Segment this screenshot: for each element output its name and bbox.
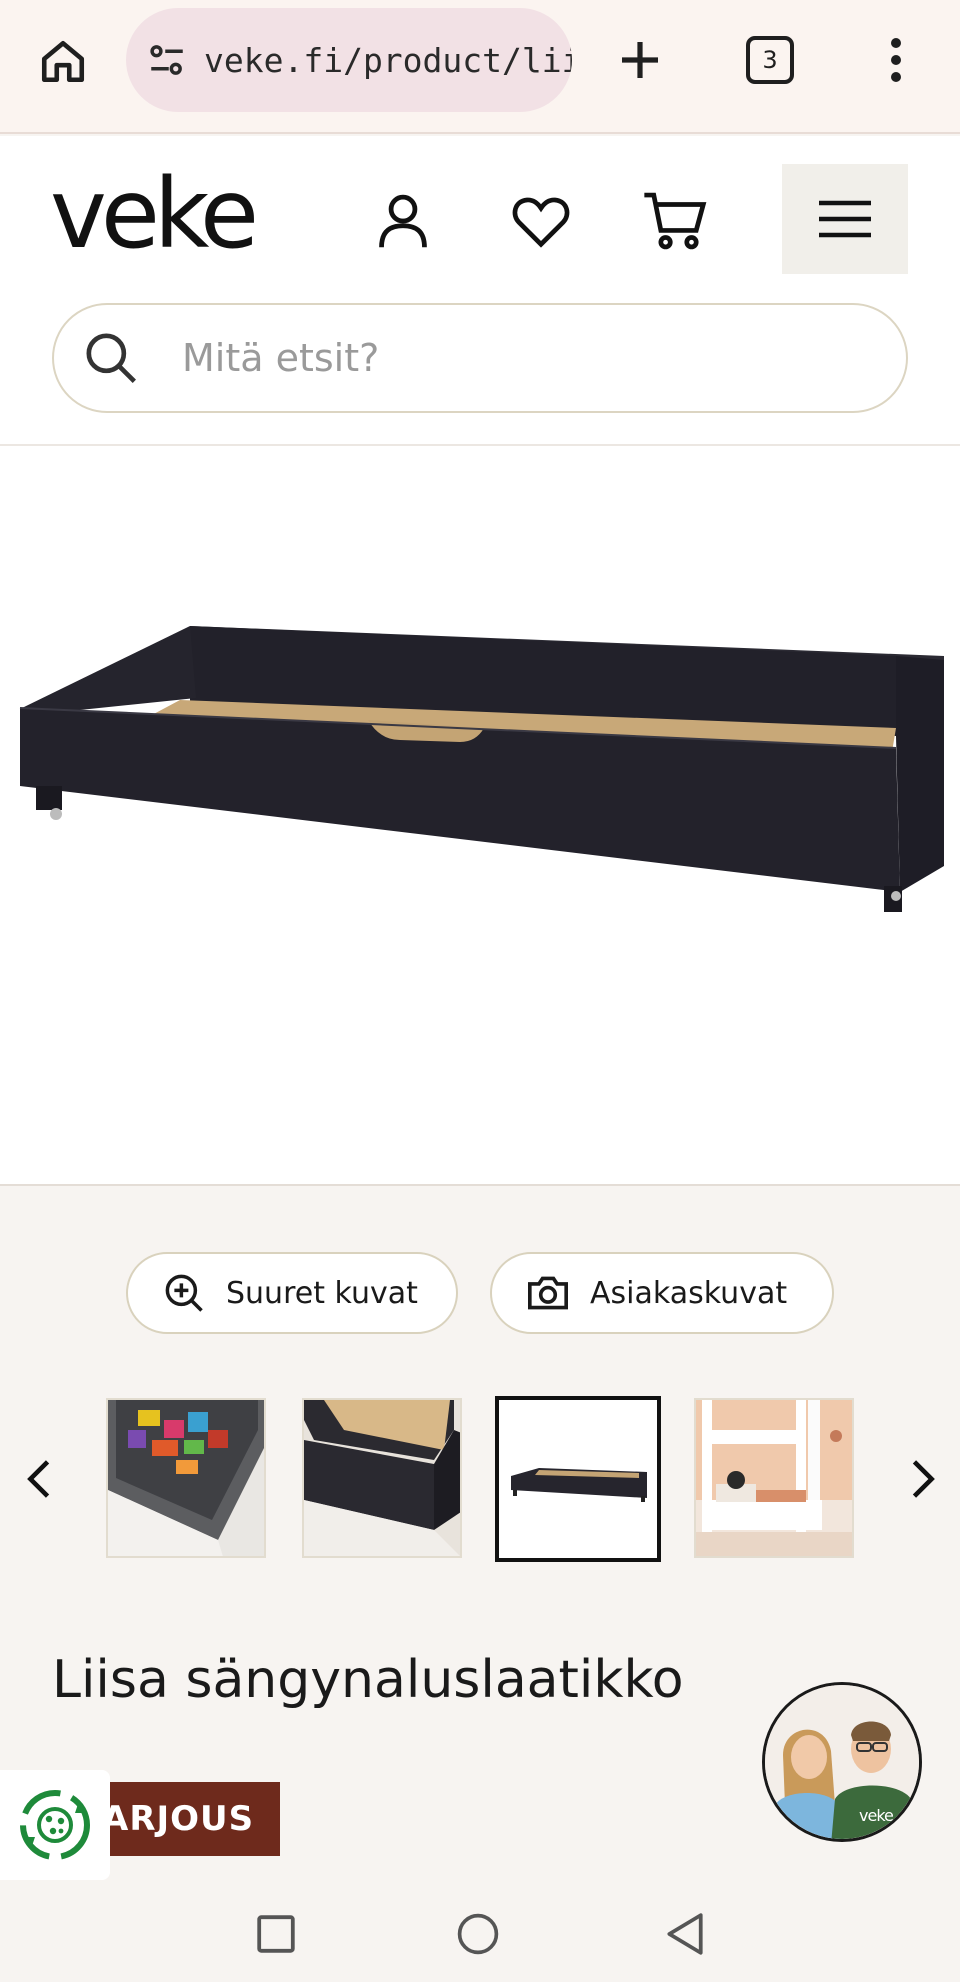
home-icon[interactable]	[34, 32, 92, 90]
thumbnail-bunk-bed[interactable]	[694, 1398, 854, 1558]
product-title: Liisa sängynaluslaatikko	[52, 1650, 684, 1710]
system-navigation-bar	[0, 1884, 960, 1982]
site-header: veke Mitä etsit?	[0, 136, 960, 446]
sale-badge-label: ARJOUS	[102, 1799, 255, 1839]
chat-support-avatar[interactable]: veke	[762, 1682, 922, 1842]
thumbnail-drawer-closeup[interactable]	[302, 1398, 462, 1558]
account-icon[interactable]	[368, 186, 438, 256]
carousel-prev-button[interactable]	[18, 1456, 58, 1502]
hamburger-menu-button[interactable]	[782, 164, 908, 274]
customer-images-button[interactable]: Asiakaskuvat	[490, 1252, 834, 1334]
zoom-in-icon	[162, 1271, 206, 1315]
browser-menu-icon[interactable]	[876, 30, 916, 90]
search-input[interactable]: Mitä etsit?	[52, 303, 908, 413]
new-tab-icon[interactable]	[612, 30, 668, 90]
product-main-image[interactable]	[0, 446, 960, 1186]
veke-logo[interactable]: veke	[50, 166, 259, 262]
large-images-label: Suuret kuvat	[226, 1275, 418, 1311]
site-settings-icon[interactable]	[146, 36, 188, 84]
tab-count: 3	[762, 46, 778, 74]
eco-recycle-icon[interactable]	[0, 1770, 110, 1880]
browser-toolbar: veke.fi/product/liis 3	[0, 0, 960, 134]
home-nav-icon[interactable]	[448, 1904, 508, 1964]
carousel-next-button[interactable]	[904, 1456, 944, 1502]
url-text: veke.fi/product/liis	[204, 40, 572, 80]
sale-badge: ARJOUS	[88, 1782, 280, 1856]
thumbnail-toys[interactable]	[106, 1398, 266, 1558]
search-icon	[80, 327, 142, 389]
recent-apps-icon[interactable]	[246, 1904, 306, 1964]
search-placeholder: Mitä etsit?	[182, 336, 380, 380]
thumbnail-drawer-black[interactable]	[495, 1396, 661, 1562]
back-nav-icon[interactable]	[654, 1904, 714, 1964]
wishlist-heart-icon[interactable]	[506, 186, 576, 256]
tab-switcher-button[interactable]: 3	[746, 36, 794, 84]
large-images-button[interactable]: Suuret kuvat	[126, 1252, 458, 1334]
customer-images-label: Asiakaskuvat	[590, 1275, 788, 1311]
camera-icon	[526, 1271, 570, 1315]
address-bar[interactable]: veke.fi/product/liis	[126, 8, 572, 112]
svg-text:veke: veke	[859, 1806, 893, 1825]
cart-icon[interactable]	[640, 186, 710, 256]
